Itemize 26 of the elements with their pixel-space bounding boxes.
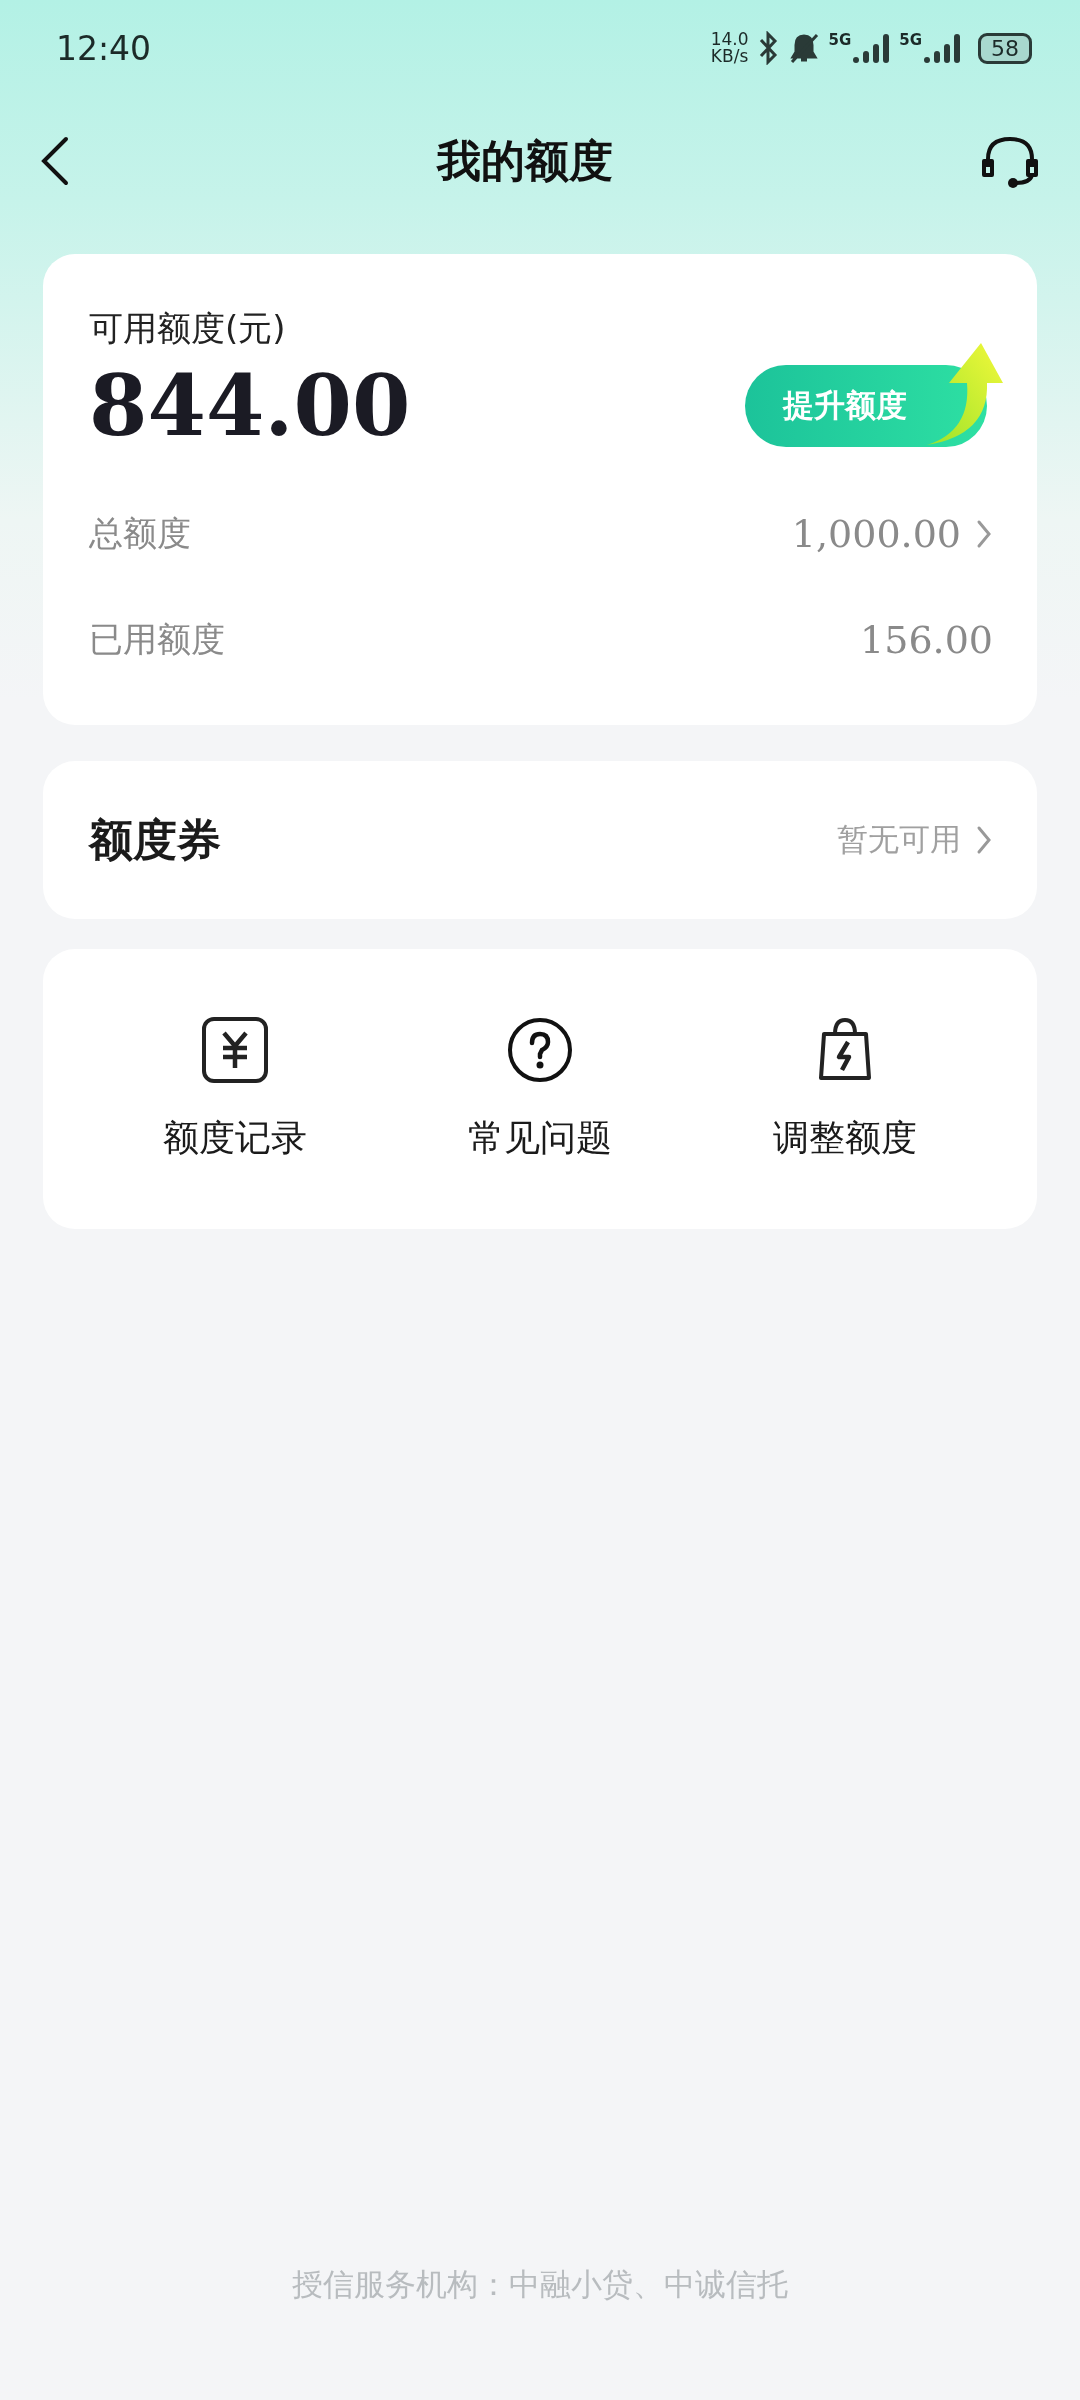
available-amount: 844.00	[89, 356, 411, 455]
coupon-label: 额度券	[89, 812, 221, 867]
institution-note: 授信服务机构：中融小贷、中诚信托	[291, 2265, 789, 2304]
signal-icon	[922, 31, 962, 65]
available-quota-label: 可用额度(元)	[89, 307, 287, 350]
shortcut-label[interactable]: 常见问题	[468, 1113, 612, 1163]
chevron-right-icon[interactable]	[975, 824, 993, 856]
shortcut-label[interactable]: 调整额度	[772, 1113, 917, 1163]
network-speed-unit: KB/s	[710, 48, 749, 65]
battery-level: 58	[978, 32, 1032, 64]
quota-row-value: 1,000.00	[791, 512, 961, 556]
back-icon[interactable]	[40, 136, 70, 186]
network-type: 5G	[899, 31, 922, 49]
clock: 12:40	[56, 28, 152, 68]
signal-icon	[851, 31, 892, 65]
chevron-right-icon[interactable]	[975, 518, 993, 550]
shortcut-label[interactable]: 额度记录	[163, 1113, 308, 1163]
network-type: 5G	[828, 31, 852, 49]
quota-row-label: 总额度	[89, 512, 191, 555]
help-icon[interactable]	[506, 1015, 574, 1084]
quota-row-value: 156.00	[860, 618, 993, 662]
coupon-status: 暂无可用	[837, 820, 961, 859]
network-speed: 14.0	[710, 31, 749, 48]
page-title: 我的额度	[437, 133, 613, 188]
receipt-yen-icon[interactable]	[201, 1015, 270, 1084]
quota-row-label: 已用额度	[89, 618, 225, 661]
